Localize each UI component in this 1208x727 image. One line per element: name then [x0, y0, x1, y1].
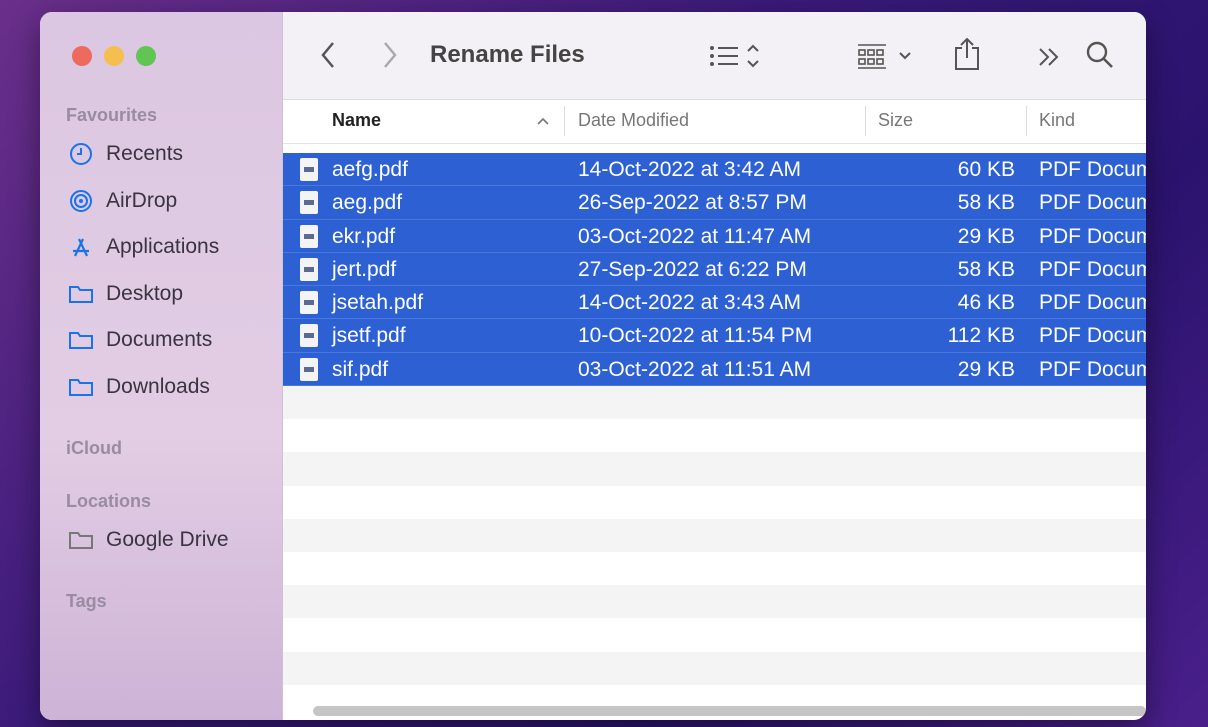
zoom-button[interactable] [136, 46, 156, 66]
pdf-file-icon [300, 191, 318, 215]
file-row[interactable]: sif.pdf 03-Oct-2022 at 11:51 AM 29 KB PD… [283, 352, 1146, 387]
pdf-file-icon [300, 257, 318, 281]
file-kind: PDF Docum [1039, 224, 1146, 248]
sidebar-item-label: Downloads [106, 375, 210, 398]
file-row[interactable]: jsetf.pdf 10-Oct-2022 at 11:54 PM 112 KB… [283, 319, 1146, 353]
file-size: 46 KB [957, 291, 1015, 315]
sidebar-item-google-drive[interactable]: Google Drive [68, 527, 229, 553]
file-kind: PDF Docum [1039, 324, 1146, 348]
file-row[interactable]: jsetah.pdf 14-Oct-2022 at 3:43 AM 46 KB … [283, 286, 1146, 320]
file-kind: PDF Docum [1039, 158, 1146, 181]
sidebar-item-label: Documents [106, 328, 213, 351]
sidebar-item-documents[interactable]: Documents [68, 327, 212, 353]
file-name: aefg.pdf [332, 158, 408, 181]
file-size: 60 KB [957, 158, 1015, 181]
file-size: 112 KB [947, 324, 1015, 348]
file-name: sif.pdf [332, 357, 389, 381]
empty-rows [283, 386, 1146, 685]
file-date: 26-Sep-2022 at 8:57 PM [578, 191, 807, 215]
close-button[interactable] [72, 46, 92, 66]
pdf-file-icon [300, 158, 318, 181]
section-icloud[interactable]: iCloud [66, 438, 122, 459]
folder-icon [69, 532, 93, 549]
file-name: ekr.pdf [332, 224, 396, 248]
sidebar-item-label: Recents [106, 142, 184, 165]
sidebar-item-airdrop[interactable]: AirDrop [68, 188, 177, 214]
sidebar: Favourites Recents AirDrop Applications … [40, 12, 283, 720]
sidebar-item-downloads[interactable]: Downloads [68, 374, 210, 400]
toolbar: Rename Files [283, 12, 1146, 100]
window-controls [72, 46, 156, 66]
file-size: 58 KB [957, 191, 1015, 215]
column-kind[interactable]: Kind [1039, 110, 1075, 131]
column-size[interactable]: Size [878, 110, 913, 131]
airdrop-icon [70, 190, 92, 212]
folder-icon [69, 332, 93, 349]
file-row[interactable]: jert.pdf 27-Sep-2022 at 6:22 PM 58 KB PD… [283, 252, 1146, 287]
sidebar-item-label: Desktop [106, 282, 184, 305]
finder-window: Favourites Recents AirDrop Applications … [40, 12, 1146, 720]
file-date: 14-Oct-2022 at 3:43 AM [578, 291, 801, 315]
file-size: 29 KB [957, 224, 1015, 248]
pdf-file-icon [300, 324, 318, 348]
file-date: 27-Sep-2022 at 6:22 PM [578, 257, 807, 281]
file-kind: PDF Docum [1039, 257, 1146, 281]
file-name: jsetah.pdf [332, 291, 424, 315]
column-header: Name Date Modified Size Kind [283, 100, 1146, 144]
sidebar-item-recents[interactable]: Recents [68, 141, 183, 167]
clock-icon [70, 143, 92, 165]
file-date: 03-Oct-2022 at 11:51 AM [578, 357, 812, 381]
minimize-button[interactable] [104, 46, 124, 66]
pdf-file-icon [300, 291, 318, 315]
file-name: aeg.pdf [332, 191, 403, 215]
file-browser: Rename Files Name Date Modified Size Kin… [283, 12, 1146, 720]
section-favourites: Favourites [66, 105, 158, 125]
file-date: 14-Oct-2022 at 3:42 AM [578, 158, 801, 181]
forward-button[interactable] [379, 40, 399, 70]
sidebar-item-applications[interactable]: Applications [68, 234, 219, 260]
sidebar-item-label: AirDrop [106, 189, 178, 212]
file-row[interactable]: ekr.pdf 03-Oct-2022 at 11:47 AM 29 KB PD… [283, 219, 1146, 253]
pdf-file-icon [300, 224, 318, 248]
back-button[interactable] [319, 40, 339, 70]
file-size: 29 KB [957, 357, 1015, 381]
file-kind: PDF Docum [1039, 291, 1146, 315]
folder-icon [69, 286, 93, 303]
share-icon[interactable] [953, 36, 981, 72]
sidebar-item-label: Applications [106, 235, 220, 258]
section-tags[interactable]: Tags [66, 591, 107, 612]
pdf-file-icon [300, 357, 318, 381]
column-date-modified[interactable]: Date Modified [578, 110, 689, 131]
applications-icon [73, 238, 89, 257]
file-list: aefg.pdf 14-Oct-2022 at 3:42 AM 60 KB PD… [283, 153, 1146, 685]
horizontal-scrollbar[interactable] [313, 706, 1146, 716]
file-row[interactable]: aeg.pdf 26-Sep-2022 at 8:57 PM 58 KB PDF… [283, 186, 1146, 220]
search-icon[interactable] [1085, 40, 1115, 70]
column-name[interactable]: Name [332, 110, 381, 131]
file-row[interactable]: aefg.pdf 14-Oct-2022 at 3:42 AM 60 KB PD… [283, 153, 1146, 187]
sort-ascending-icon[interactable] [536, 116, 550, 126]
sidebar-item-label: Google Drive [106, 528, 229, 551]
file-date: 03-Oct-2022 at 11:47 AM [578, 224, 812, 248]
section-locations: Locations [66, 491, 152, 511]
more-chevrons-icon[interactable] [1037, 46, 1061, 68]
file-kind: PDF Docum [1039, 357, 1146, 381]
sidebar-item-desktop[interactable]: Desktop [68, 281, 183, 307]
file-date: 10-Oct-2022 at 11:54 PM [578, 324, 813, 348]
file-kind: PDF Docum [1039, 191, 1146, 215]
file-name: jsetf.pdf [332, 324, 406, 348]
file-size: 58 KB [957, 257, 1015, 281]
folder-icon [69, 379, 93, 396]
window-title: Rename Files [430, 41, 585, 68]
list-view-icon[interactable] [709, 42, 769, 70]
file-name: jert.pdf [332, 257, 397, 281]
group-by-icon[interactable] [856, 42, 918, 70]
